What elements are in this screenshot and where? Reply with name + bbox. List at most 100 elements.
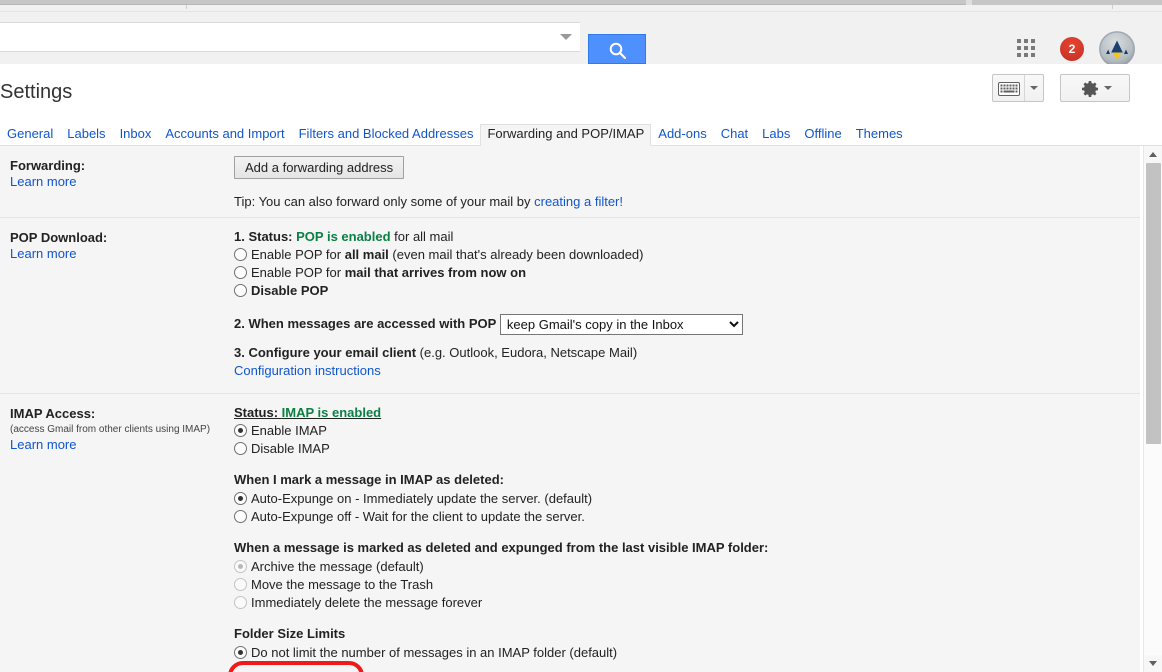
settings-body: Forwarding: Learn more Add a forwarding … (0, 146, 1140, 672)
archive-message-radio (234, 560, 247, 573)
pop-learn-more-link[interactable]: Learn more (10, 246, 225, 262)
imap-deleted-heading: When I mark a message in IMAP as deleted… (234, 472, 504, 487)
tab-chat[interactable]: Chat (714, 124, 755, 146)
pop-option-from-now-row[interactable]: Enable POP for mail that arrives from no… (234, 264, 1140, 282)
search-box[interactable] (0, 22, 580, 52)
folder-size-limits-heading: Folder Size Limits (234, 626, 346, 641)
imap-expunged-heading: When a message is marked as deleted and … (234, 540, 769, 555)
enable-imap-row[interactable]: Enable IMAP (234, 422, 1140, 440)
tab-themes[interactable]: Themes (849, 124, 910, 146)
forwarding-learn-more-link[interactable]: Learn more (10, 174, 225, 190)
tab-labs[interactable]: Labs (755, 124, 797, 146)
enable-imap-radio[interactable] (234, 424, 247, 437)
imap-learn-more-link[interactable]: Learn more (10, 437, 225, 453)
pop-option-from-now-radio[interactable] (234, 266, 247, 279)
move-to-trash-row: Move the message to the Trash (234, 576, 1140, 594)
avatar[interactable] (1099, 31, 1135, 67)
chevron-up-icon (1149, 152, 1157, 157)
pop-step2-row: 2. When messages are accessed with POP k… (234, 312, 1140, 336)
chevron-down-icon[interactable] (560, 34, 572, 40)
auto-expunge-off-radio[interactable] (234, 510, 247, 523)
pop-step2-label: 2. When messages are accessed with POP (234, 316, 497, 331)
keyboard-button-divider (1024, 75, 1025, 101)
pop-option-all-mail-row[interactable]: Enable POP for all mail (even mail that'… (234, 246, 1140, 264)
search-input[interactable] (1, 23, 546, 51)
chevron-down-icon[interactable] (1030, 86, 1038, 90)
chevron-down-icon[interactable] (1104, 86, 1112, 90)
browser-tab-strip (0, 0, 1162, 12)
imap-status-value: IMAP is enabled (281, 405, 382, 420)
pop-option-all-mail-prefix: Enable POP for (251, 247, 345, 262)
browser-strip-underlay (0, 5, 1162, 12)
auto-expunge-off-row[interactable]: Auto-Expunge off - Wait for the client t… (234, 508, 1140, 526)
settings-gear-button[interactable] (1060, 74, 1130, 102)
browser-strip-seam (1112, 5, 1113, 9)
pop-option-disable-row[interactable]: Disable POP (234, 282, 1140, 300)
pop-status-row: 1. Status: POP is enabled for all mail (234, 228, 1140, 246)
pop-option-from-now-prefix: Enable POP for (251, 265, 345, 280)
pop-status-prefix: 1. Status: (234, 229, 297, 244)
account-avatar-icon (1099, 31, 1135, 67)
disable-imap-label: Disable IMAP (251, 441, 330, 456)
tab-filters-and-blocked-addresses[interactable]: Filters and Blocked Addresses (292, 124, 481, 146)
vertical-scrollbar[interactable] (1143, 146, 1162, 672)
disable-imap-row[interactable]: Disable IMAP (234, 440, 1140, 458)
apps-grid-icon[interactable] (1017, 39, 1037, 59)
tab-labels[interactable]: Labels (60, 124, 112, 146)
section-forwarding: Forwarding: Learn more Add a forwarding … (0, 146, 1140, 218)
imap-access-label: IMAP Access: (10, 406, 96, 421)
auto-expunge-on-label: Auto-Expunge on - Immediately update the… (251, 491, 593, 506)
auto-expunge-on-radio[interactable] (234, 492, 247, 505)
pop-option-disable-radio[interactable] (234, 284, 247, 297)
archive-message-row: Archive the message (default) (234, 558, 1140, 576)
tab-forwarding-and-pop-imap[interactable]: Forwarding and POP/IMAP (480, 124, 652, 147)
search-button[interactable] (588, 34, 646, 64)
imap-status-row: Status: IMAP is enabled (234, 404, 1140, 422)
auto-expunge-on-row[interactable]: Auto-Expunge on - Immediately update the… (234, 490, 1140, 508)
tab-offline[interactable]: Offline (797, 124, 848, 146)
auto-expunge-off-label: Auto-Expunge off - Wait for the client t… (251, 509, 585, 524)
scrollbar-thumb[interactable] (1146, 163, 1161, 444)
notification-badge[interactable]: 2 (1060, 37, 1084, 61)
browser-strip-seam (186, 5, 187, 9)
delete-forever-radio (234, 596, 247, 609)
pop-action-select[interactable]: keep Gmail's copy in the Inboxmark Gmail… (499, 314, 743, 335)
no-folder-limit-label: Do not limit the number of messages in a… (251, 645, 618, 660)
scrollbar-down-button[interactable] (1144, 655, 1162, 672)
move-to-trash-radio (234, 578, 247, 591)
enable-imap-label: Enable IMAP (251, 423, 327, 438)
delete-forever-row: Immediately delete the message forever (234, 594, 1140, 612)
tab-accounts-and-import[interactable]: Accounts and Import (158, 124, 291, 146)
archive-message-label: Archive the message (default) (251, 559, 424, 574)
tab-add-ons[interactable]: Add-ons (651, 124, 713, 146)
imap-status-prefix: Status: (234, 405, 282, 420)
pop-step3-rest: (e.g. Outlook, Eudora, Netscape Mail) (416, 345, 638, 360)
pop-option-all-mail-bold: all mail (344, 247, 389, 262)
forwarding-tip: Tip: You can also forward only some of y… (234, 193, 1140, 211)
no-folder-limit-radio[interactable] (234, 646, 247, 659)
settings-header: Settings (0, 64, 1162, 124)
delete-forever-label: Immediately delete the message forever (251, 595, 483, 610)
creating-a-filter-link[interactable]: creating a filter! (534, 194, 623, 209)
pop-option-all-mail-radio[interactable] (234, 248, 247, 261)
search-icon (609, 42, 627, 60)
tab-inbox[interactable]: Inbox (113, 124, 159, 146)
pop-step3-row: 3. Configure your email client (e.g. Out… (234, 344, 1140, 362)
add-forwarding-address-button[interactable]: Add a forwarding address (234, 156, 405, 179)
gear-icon (1082, 81, 1098, 97)
move-to-trash-label: Move the message to the Trash (251, 577, 434, 592)
scrollbar-up-button[interactable] (1144, 146, 1162, 163)
pop-label-block: POP Download: Learn more (10, 230, 225, 262)
pop-option-from-now-bold: mail that arrives from now on (344, 265, 527, 280)
gmail-top-bar: 2 (0, 12, 1162, 67)
imap-access-sublabel: (access Gmail from other clients using I… (10, 424, 211, 435)
no-folder-limit-row[interactable]: Do not limit the number of messages in a… (234, 644, 1140, 662)
tab-general[interactable]: General (0, 124, 60, 146)
forwarding-body: Add a forwarding address Tip: You can al… (234, 146, 1140, 221)
pop-option-disable-label: Disable POP (251, 283, 329, 298)
configuration-instructions-link[interactable]: Configuration instructions (234, 363, 381, 378)
pop-download-label: POP Download: (10, 230, 108, 245)
settings-tabbar: General Labels Inbox Accounts and Import… (0, 124, 1162, 147)
disable-imap-radio[interactable] (234, 442, 247, 455)
pop-status-suffix: for all mail (390, 229, 454, 244)
